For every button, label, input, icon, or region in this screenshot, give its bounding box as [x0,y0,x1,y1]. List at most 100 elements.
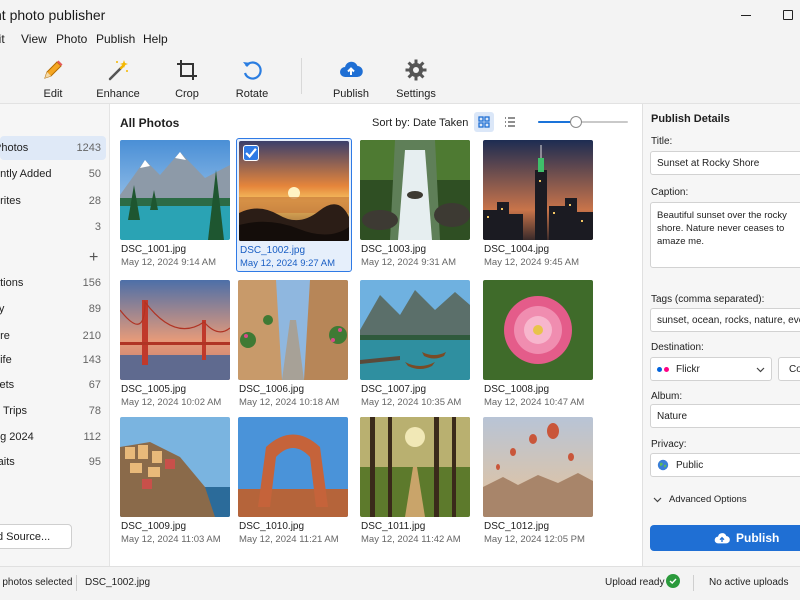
menu-help[interactable]: Help [143,32,168,46]
destination-value: Flickr [676,363,700,375]
advanced-options-toggle[interactable]: Advanced Options [653,494,747,505]
selection-count: 4 photos selected [0,577,73,588]
magic-wand-icon [108,60,128,81]
configure-button[interactable]: Co [778,357,800,381]
photo-thumbnail-arch [238,417,348,517]
photo-filename: DSC_1009.jpg [121,521,187,532]
sidebar-item-count: 156 [82,277,101,289]
add-source-button[interactable]: d Source... [0,524,72,549]
list-icon [505,117,515,127]
photo-tile-selected[interactable]: DSC_1002.jpg May 12, 2024 9:27 AM [236,138,352,272]
title-field[interactable]: Sunset at Rocky Shore [650,151,800,175]
sidebar-item-count: 89 [88,303,101,315]
publish-toolbar-button[interactable]: Publish [321,58,381,100]
photo-thumbnail-waterfall [360,140,470,240]
edit-button[interactable]: Edit [23,58,83,100]
sidebar-item-recently-added[interactable]: ently Added 50 [0,162,106,186]
status-divider [76,575,77,591]
page-title: All Photos [120,116,180,130]
photo-tile[interactable]: DSC_1005.jpg May 12, 2024 10:02 AM [118,278,234,412]
photo-tile[interactable]: DSC_1009.jpg May 12, 2024 11:03 AM [118,415,234,549]
rotate-button[interactable]: Rotate [222,58,282,100]
sidebar-item-label: d Trips [0,405,28,417]
photo-thumbnail-forest-path [360,417,470,517]
minimize-button[interactable] [736,6,756,24]
photo-tile[interactable]: DSC_1011.jpg May 12, 2024 11:42 AM [358,415,474,549]
grid-view-button[interactable] [474,112,494,132]
sidebar-item-spring-2024[interactable]: ng 2024 112 [0,425,106,449]
photo-filename: DSC_1006.jpg [239,384,305,395]
sidebar-item-road-trips[interactable]: d Trips 78 [0,399,106,423]
sidebar-item-nature[interactable]: ure 210 [0,324,106,348]
sort-dropdown[interactable]: Sort by: Date Taken ⌄ [372,116,484,129]
sidebar-item-sunsets[interactable]: sets 67 [0,373,106,397]
menu-photo[interactable]: Photo [56,32,87,46]
globe-icon [657,459,669,471]
advanced-options-label: Advanced Options [669,494,747,505]
sidebar-item-label: Photos [0,142,29,154]
publish-button[interactable]: Publish [650,525,800,551]
photo-thumbnail-dahlia [483,280,593,380]
menu-view[interactable]: View [21,32,47,46]
photo-filename: DSC_1001.jpg [121,244,187,255]
sidebar-item-label: ently Added [0,168,52,180]
window-title: nt photo publisher [0,7,106,23]
sidebar-item-family[interactable]: ily 89 [0,297,106,321]
sidebar-item-label: sets [0,379,15,391]
thumbnail-size-slider[interactable] [538,116,628,128]
photo-filename: DSC_1004.jpg [484,244,550,255]
sidebar-item-label: ng 2024 [0,431,34,443]
sidebar-item-count: 28 [88,195,101,207]
publish-details-panel: Publish Details Title: Sunset at Rocky S… [642,104,800,566]
sidebar-item-portraits[interactable]: raits 95 [0,450,106,474]
sidebar-item-vacations[interactable]: ations 156 [0,271,106,295]
enhance-button[interactable]: Enhance [88,58,148,100]
photo-tile[interactable]: DSC_1008.jpg May 12, 2024 10:47 AM [481,278,597,412]
tags-field[interactable]: sunset, ocean, rocks, nature, evenin [650,308,800,332]
upload-state: Upload ready [605,577,665,588]
maximize-icon [783,10,793,20]
photo-thumbnail-balloons [483,417,593,517]
photo-date: May 12, 2024 12:05 PM [484,534,585,545]
sidebar-item-label: ations [0,277,24,289]
photo-tile[interactable]: DSC_1012.jpg May 12, 2024 12:05 PM [481,415,597,549]
sidebar-item-photos[interactable]: Photos 1243 [0,136,106,160]
list-view-button[interactable] [500,112,520,132]
menu-edit[interactable]: lit [0,32,5,46]
sidebar-item-label: ure [0,330,10,342]
sidebar-item-trash[interactable]: h3 [0,215,106,239]
photo-tile[interactable]: DSC_1006.jpg May 12, 2024 10:18 AM [236,278,352,412]
slider-thumb[interactable] [569,116,582,128]
menu-publish[interactable]: Publish [96,32,135,46]
sidebar-item-city-life[interactable]: Life 143 [0,348,106,372]
sidebar-item-count: 50 [88,168,101,180]
photo-filename: DSC_1008.jpg [484,384,550,395]
photo-filename: DSC_1005.jpg [121,384,187,395]
flickr-icon [657,366,669,372]
toolbar-divider [301,58,302,94]
title-label: Title: [651,136,673,147]
selected-check-icon[interactable] [243,145,259,161]
sidebar: Photos 1243 ently Added 50 orites 28 h3 + a… [0,104,110,566]
photo-tile[interactable]: DSC_1003.jpg May 12, 2024 9:31 AM [358,138,474,272]
sidebar-item-favorites[interactable]: orites 28 [0,189,106,213]
settings-button[interactable]: Settings [386,58,446,100]
current-file: DSC_1002.jpg [85,577,151,588]
rotate-label: Rotate [235,88,269,100]
destination-select[interactable]: Flickr [650,357,772,381]
photo-tile[interactable]: DSC_1001.jpg May 12, 2024 9:14 AM [118,138,234,272]
crop-button[interactable]: Crop [157,58,217,100]
album-field[interactable]: Nature [650,404,800,428]
maximize-button[interactable] [778,6,798,24]
add-album-icon[interactable]: + [89,249,98,267]
publish-button-label: Publish [736,531,780,545]
edit-label: Edit [43,88,63,100]
sidebar-item-label: Life [0,354,12,366]
photo-tile[interactable]: DSC_1007.jpg May 12, 2024 10:35 AM [358,278,474,412]
caption-field[interactable]: Beautiful sunset over the rocky shore. N… [650,202,800,268]
photo-tile[interactable]: DSC_1010.jpg May 12, 2024 11:21 AM [236,415,352,549]
privacy-select[interactable]: Public [650,453,800,477]
photo-date: May 12, 2024 11:03 AM [121,534,221,545]
photo-tile[interactable]: DSC_1004.jpg May 12, 2024 9:45 AM [481,138,597,272]
caption-label: Caption: [651,187,689,198]
